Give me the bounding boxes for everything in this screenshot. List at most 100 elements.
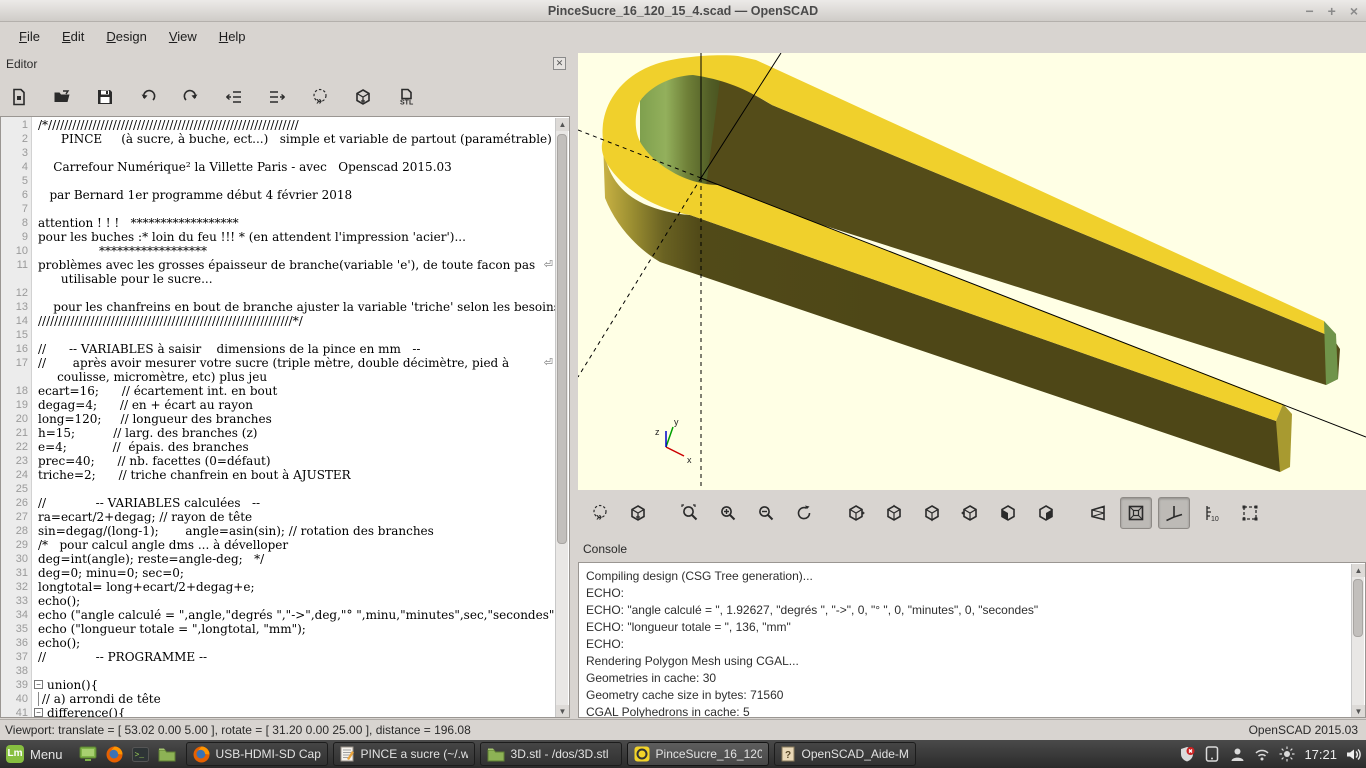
preview-icon[interactable]: » [307, 84, 333, 110]
user-applet-icon[interactable] [1229, 746, 1245, 762]
editor-close-icon[interactable]: ✕ [553, 57, 566, 70]
maximize-button[interactable]: + [1328, 3, 1336, 19]
view-front-button[interactable] [992, 497, 1024, 529]
view-bottom-button[interactable] [916, 497, 948, 529]
open-file-icon[interactable] [49, 84, 75, 110]
taskbar-window-button[interactable]: PINCE a sucre (~/.wi... [333, 742, 475, 766]
editor-scroll-thumb[interactable] [557, 134, 567, 544]
export-stl-icon[interactable]: STL [393, 84, 419, 110]
3d-viewport[interactable]: z y x [578, 53, 1366, 490]
scroll-up-icon[interactable]: ▲ [556, 118, 569, 131]
fold-icon[interactable]: − [34, 680, 43, 689]
terminal-launcher-icon[interactable]: >_ [132, 747, 149, 762]
pince-3d-model: z y x [578, 53, 1366, 490]
preview-button[interactable]: » [584, 497, 616, 529]
show-edges-button[interactable] [1234, 497, 1266, 529]
editor-toolbar: » STL [6, 80, 566, 114]
reset-view-button[interactable] [788, 497, 820, 529]
brightness-icon[interactable] [1279, 746, 1295, 762]
code-line-36: 36echo(); [1, 636, 569, 650]
menu-item-design[interactable]: Design [97, 25, 155, 48]
zoom-out-button[interactable] [750, 497, 782, 529]
code-line-38: 38 [1, 664, 569, 678]
close-button[interactable]: × [1350, 3, 1358, 19]
editor-scrollbar[interactable]: ▲ ▼ [555, 118, 568, 718]
render-icon[interactable] [350, 84, 376, 110]
code-line-28: 28sin=degag/(long-1); angle=asin(sin); /… [1, 524, 569, 538]
view-left-button[interactable] [954, 497, 986, 529]
volume-icon[interactable] [1346, 746, 1362, 762]
menu-bar: FileEditDesignViewHelp [0, 23, 1366, 50]
save-file-icon[interactable] [92, 84, 118, 110]
network-wifi-icon[interactable] [1254, 746, 1270, 762]
console-output[interactable]: Compiling design (CSG Tree generation)..… [578, 562, 1366, 718]
mint-menu-button[interactable]: Lm Menu [0, 740, 73, 768]
undo-icon[interactable] [135, 84, 161, 110]
code-line-7: 7 [1, 202, 569, 216]
scroll-down-icon[interactable]: ▼ [556, 705, 569, 718]
firefox-launcher-icon[interactable] [106, 746, 123, 763]
code-line-14: 14//////////////////////////////////////… [1, 314, 569, 328]
code-line-15: 15 [1, 328, 569, 342]
console-line: Geometry cache size in bytes: 71560 [586, 688, 1336, 705]
axis-label-y: y [674, 417, 679, 427]
menu-item-edit[interactable]: Edit [53, 25, 93, 48]
render-button[interactable] [622, 497, 654, 529]
view-right-button[interactable] [840, 497, 872, 529]
orthogonal-button[interactable] [1120, 497, 1152, 529]
view-toolbar: » 10 [578, 492, 1366, 534]
code-editor[interactable]: 1/*/////////////////////////////////////… [0, 116, 570, 718]
taskbar: Lm Menu >_ USB-HDMI-SD Capu... PINCE a su… [0, 740, 1366, 768]
code-line-25: 25 [1, 482, 569, 496]
view-top-button[interactable] [878, 497, 910, 529]
code-line-39: 39−union(){ [1, 678, 569, 692]
perspective-button[interactable] [1082, 497, 1114, 529]
openscad-window: PinceSucre_16_120_15_4.scad — OpenSCAD −… [0, 0, 1366, 768]
indent-icon[interactable] [264, 84, 290, 110]
code-line-41: 41−difference(){ [1, 706, 569, 718]
menu-item-view[interactable]: View [160, 25, 206, 48]
firefox-icon [193, 746, 210, 763]
taskbar-clock[interactable]: 17:21 [1304, 747, 1337, 762]
menu-label: Menu [30, 747, 63, 762]
console-scroll-thumb[interactable] [1353, 579, 1363, 637]
taskbar-window-button[interactable]: ?OpenSCAD_Aide-Me... [774, 742, 916, 766]
code-line-32: 32longtotal= long+ecart/2+degag+e; [1, 580, 569, 594]
view-back-button[interactable] [1030, 497, 1062, 529]
console-line: ECHO: [586, 586, 1336, 603]
show-scale-markers-button[interactable]: 10 [1196, 497, 1228, 529]
menu-item-help[interactable]: Help [210, 25, 255, 48]
show-desktop-launcher-icon[interactable] [79, 746, 97, 762]
redo-icon[interactable] [178, 84, 204, 110]
menu-item-file[interactable]: File [10, 25, 49, 48]
version-text: OpenSCAD 2015.03 [1249, 723, 1358, 737]
axis-label-z: z [655, 427, 660, 437]
display-device-icon[interactable] [1204, 746, 1220, 762]
title-bar[interactable]: PinceSucre_16_120_15_4.scad — OpenSCAD −… [0, 0, 1366, 22]
show-axes-button[interactable] [1158, 497, 1190, 529]
code-line-1: 1/*/////////////////////////////////////… [1, 118, 569, 132]
console-panel-header: Console ✕ [578, 540, 1366, 560]
zoom-all-button[interactable] [674, 497, 706, 529]
taskbar-window-button[interactable]: USB-HDMI-SD Capu... [186, 742, 328, 766]
console-scroll-up-icon[interactable]: ▲ [1352, 564, 1365, 577]
minimize-button[interactable]: − [1305, 3, 1313, 19]
console-line: ECHO: "longueur totale = ", 136, "mm" [586, 620, 1336, 637]
zoom-in-button[interactable] [712, 497, 744, 529]
unindent-icon[interactable] [221, 84, 247, 110]
code-line-2: 2 PINCE (à sucre, à buche, ect...) simpl… [1, 132, 569, 146]
system-tray: 17:21 [1179, 740, 1362, 768]
taskbar-window-button[interactable]: 3D.stl - /dos/3D.stl [480, 742, 622, 766]
console-scrollbar[interactable]: ▲ ▼ [1351, 564, 1364, 718]
file-manager-launcher-icon[interactable] [158, 747, 176, 762]
taskbar-window-button[interactable]: PinceSucre_16_120_... [627, 742, 769, 766]
taskbar-window-label: PINCE a sucre (~/.wi... [361, 747, 468, 761]
code-line-27: 27ra=ecart/2+degag; // rayon de tête [1, 510, 569, 524]
shield-update-icon[interactable] [1179, 746, 1195, 762]
fold-icon[interactable]: − [34, 708, 43, 717]
code-line-9: 9pour les buches :* loin du feu !!! * (e… [1, 230, 569, 244]
new-file-icon[interactable] [6, 84, 32, 110]
code-line-wrap: utilisable pour le sucre... [1, 272, 569, 286]
console-scroll-down-icon[interactable]: ▼ [1352, 705, 1365, 718]
taskbar-window-label: USB-HDMI-SD Capu... [216, 747, 321, 761]
